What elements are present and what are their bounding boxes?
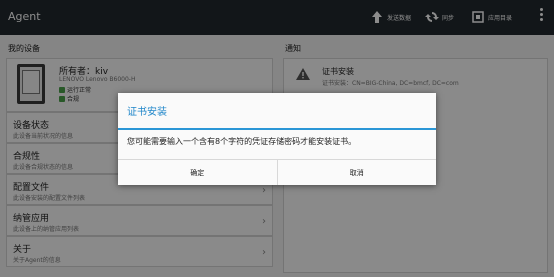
ok-button[interactable]: 确定	[118, 160, 277, 185]
cancel-button[interactable]: 取消	[276, 160, 436, 185]
dialog-title: 证书安装	[127, 107, 167, 118]
certificate-install-dialog: 证书安装 您可能需要输入一个含有8个字符的凭证存储密码才能安装证书。 确定 取消	[118, 93, 436, 185]
dialog-message: 您可能需要输入一个含有8个字符的凭证存储密码才能安装证书。	[127, 137, 357, 146]
dialog-divider	[118, 128, 436, 130]
dialog-button-bar: 确定 取消	[118, 159, 436, 185]
